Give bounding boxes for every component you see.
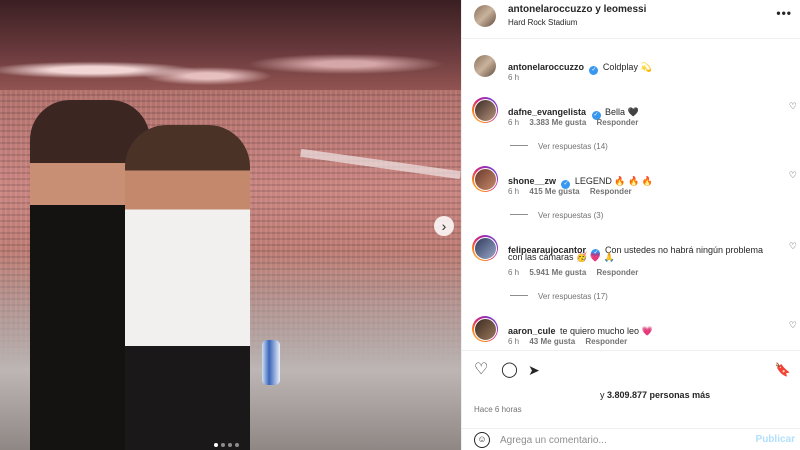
comment-meta: 6 h 3.383 Me gusta Responder: [508, 118, 638, 127]
replies-rule: [510, 295, 528, 296]
post-location[interactable]: Hard Rock Stadium: [508, 18, 577, 27]
carousel-dot: [214, 443, 218, 447]
avatar[interactable]: [472, 166, 498, 192]
comment-time: 6 h: [508, 337, 520, 346]
comment-text: Con ustedes no habrá ningún problema: [604, 245, 764, 255]
view-replies-button[interactable]: Ver respuestas (3): [510, 211, 603, 220]
post-actions: ♡ ◯ ➤ 🔖: [462, 350, 800, 390]
view-replies-button[interactable]: Ver respuestas (17): [510, 292, 608, 301]
avatar[interactable]: [472, 235, 498, 261]
post-caption: antonelaroccuzzo ✓ Coldplay 💫 6 h: [462, 52, 800, 86]
comment-like-icon[interactable]: ♡: [789, 320, 797, 331]
reply-button[interactable]: Responder: [597, 118, 639, 127]
comment-icon[interactable]: ◯: [501, 361, 518, 379]
comment-likes[interactable]: 3.383 Me gusta: [529, 118, 586, 127]
reply-button[interactable]: Responder: [590, 187, 632, 196]
comment-composer: ☺ Publicar: [462, 428, 800, 450]
view-replies-label: Ver respuestas (3): [538, 211, 604, 220]
avatar[interactable]: [472, 97, 498, 123]
share-icon[interactable]: ➤: [528, 361, 540, 379]
replies-rule: [510, 214, 528, 215]
comment-input[interactable]: [500, 432, 740, 448]
comment-like-icon[interactable]: ♡: [789, 241, 797, 252]
post-time-ago: Hace 6 horas: [474, 405, 522, 414]
like-icon[interactable]: ♡: [474, 361, 488, 379]
reply-button[interactable]: Responder: [585, 337, 627, 346]
caption-time: 6 h: [508, 73, 520, 82]
view-replies-button[interactable]: Ver respuestas (14): [510, 142, 608, 151]
post-media: ›: [0, 0, 461, 450]
comment-meta: 6 h 415 Me gusta Responder: [508, 187, 632, 196]
carousel-dot: [228, 443, 232, 447]
reply-button[interactable]: Responder: [597, 268, 639, 277]
emoji-icon[interactable]: ☺: [474, 432, 490, 448]
carousel-dot: [221, 443, 225, 447]
comment-username[interactable]: aaron_cule: [508, 326, 556, 336]
comment-text: LEGEND 🔥 🔥 🔥: [574, 176, 654, 186]
post-header: antonelaroccuzzo y leomessi Hard Rock St…: [462, 0, 800, 39]
man-figure: [125, 125, 250, 450]
view-replies-label: Ver respuestas (14): [538, 142, 608, 151]
comment-likes[interactable]: 415 Me gusta: [529, 187, 579, 196]
comment-text: te quiero mucho leo 💗: [559, 326, 653, 336]
view-replies-label: Ver respuestas (17): [538, 292, 608, 301]
comment-time: 6 h: [508, 118, 520, 127]
comment-like-icon[interactable]: ♡: [789, 170, 797, 181]
post-authors[interactable]: antonelaroccuzzo y leomessi: [508, 4, 646, 15]
comment-time: 6 h: [508, 187, 520, 196]
caption-line: antonelaroccuzzo ✓ Coldplay 💫: [508, 57, 652, 75]
comment-username[interactable]: shone__zw: [508, 176, 556, 186]
likes-text[interactable]: y 3.809.877 personas más: [600, 390, 710, 400]
comment-time: 6 h: [508, 268, 520, 277]
likes-prefix: y: [600, 390, 608, 400]
comment-meta: 6 h 5.941 Me gusta Responder: [508, 268, 638, 277]
save-icon[interactable]: 🔖: [775, 361, 791, 379]
replies-rule: [510, 145, 528, 146]
carousel-indicator: [214, 443, 239, 447]
likes-count: 3.809.877 personas más: [607, 390, 711, 400]
comment-text: Bella 🖤: [604, 107, 639, 117]
carousel-dot: [235, 443, 239, 447]
publish-button[interactable]: Publicar: [756, 434, 795, 445]
avatar[interactable]: [472, 316, 498, 342]
verified-badge-icon: ✓: [589, 66, 599, 75]
comment-text-continued: con las cámaras 🥳 💗 🙏: [508, 252, 615, 262]
caption-username[interactable]: antonelaroccuzzo: [508, 62, 584, 72]
water-bottle: [262, 340, 280, 385]
likes-summary: y 3.809.877 personas más: [462, 388, 800, 403]
avatar[interactable]: [474, 55, 496, 77]
comment-username[interactable]: dafne_evangelista: [508, 107, 586, 117]
comment-likes[interactable]: 43 Me gusta: [529, 337, 575, 346]
post-side-panel: antonelaroccuzzo y leomessi Hard Rock St…: [461, 0, 800, 450]
comment-meta: 6 h 43 Me gusta Responder: [508, 337, 627, 346]
carousel-next-icon[interactable]: ›: [434, 216, 454, 236]
avatar[interactable]: [474, 5, 496, 27]
comment-like-icon[interactable]: ♡: [789, 101, 797, 112]
more-horizontal-icon[interactable]: •••: [776, 6, 792, 20]
comment-likes[interactable]: 5.941 Me gusta: [529, 268, 586, 277]
caption-text: Coldplay 💫: [602, 62, 652, 72]
